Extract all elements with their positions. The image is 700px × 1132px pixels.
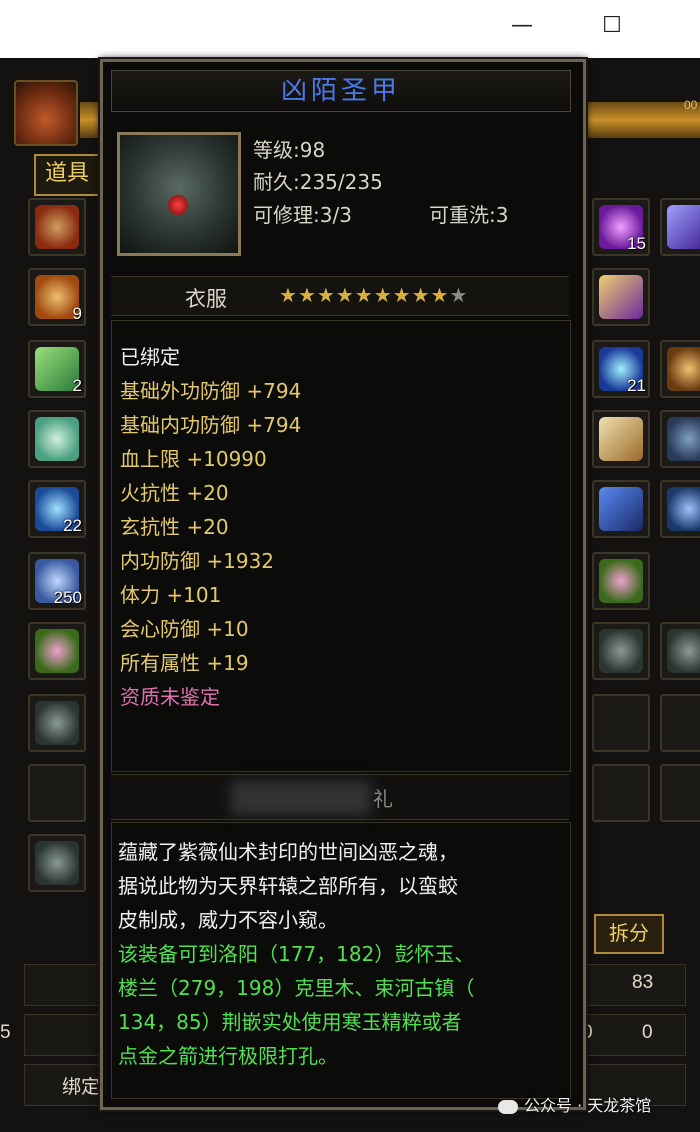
- wechat-icon: [498, 1099, 518, 1114]
- attribute-line: 内功防御 +1932: [120, 549, 275, 573]
- inventory-slot[interactable]: [592, 622, 650, 680]
- item-type: 衣服: [185, 287, 227, 311]
- inventory-slot[interactable]: [592, 764, 650, 822]
- bound-status: 已绑定: [120, 345, 180, 369]
- inventory-slot[interactable]: [28, 622, 86, 680]
- tome-icon: [599, 487, 643, 531]
- gem-icon: [35, 629, 79, 673]
- star-filled-icon: ★: [430, 283, 450, 307]
- inventory-slot[interactable]: [660, 694, 700, 752]
- watermark-text: 公众号 · 天龙茶馆: [524, 1096, 652, 1115]
- inventory-slot[interactable]: [592, 410, 650, 468]
- divider-text: 礼: [373, 787, 393, 811]
- inventory-slot[interactable]: 15: [592, 198, 650, 256]
- item-durability: 耐久:235/235: [253, 170, 383, 194]
- item-repair: 可修理:3/3: [253, 203, 352, 227]
- armor-icon: [117, 132, 241, 256]
- inventory-slot[interactable]: [592, 268, 650, 326]
- inventory-slot[interactable]: [28, 764, 86, 822]
- window-titlebar: — ☐: [0, 0, 700, 58]
- compass-icon: [667, 347, 700, 391]
- description-line: 据说此物为天界轩辕之部所有，以蛮蛟: [118, 874, 458, 898]
- maximize-icon[interactable]: ☐: [600, 14, 624, 38]
- inventory-slot[interactable]: [592, 480, 650, 538]
- minimize-icon[interactable]: —: [510, 14, 534, 38]
- inventory-slot[interactable]: 21: [592, 340, 650, 398]
- hint-line: 134，85）荆嵌实处使用寒玉精粹或者: [118, 1010, 462, 1034]
- attribute-line: 玄抗性 +20: [120, 515, 229, 539]
- crystal-icon: [599, 275, 643, 319]
- item-type-row: 衣服 ★★★★★★★★★★: [111, 276, 569, 316]
- armor-icon: [35, 841, 79, 885]
- attribute-line: 火抗性 +20: [120, 481, 229, 505]
- star-filled-icon: ★: [316, 283, 336, 307]
- item-description: 蕴藏了紫薇仙术封印的世间凶恶之魂， 据说此物为天界轩辕之部所有，以蛮蛟 皮制成，…: [111, 822, 571, 1099]
- inventory-slot[interactable]: 2: [28, 340, 86, 398]
- description-line: 皮制成，威力不容小窥。: [118, 908, 338, 932]
- armor-icon: [667, 629, 700, 673]
- item-reroll: 可重洗:3: [429, 203, 509, 227]
- inventory-slot[interactable]: [660, 410, 700, 468]
- header-corner-text: 00: [684, 98, 698, 112]
- star-filled-icon: ★: [373, 283, 393, 307]
- star-filled-icon: ★: [392, 283, 412, 307]
- split-button[interactable]: 拆分: [594, 914, 664, 954]
- star-filled-icon: ★: [354, 283, 374, 307]
- attribute-line: 资质未鉴定: [120, 685, 220, 709]
- jade-token-icon: [35, 417, 79, 461]
- hint-line: 点金之箭进行极限打孔。: [118, 1044, 338, 1068]
- attribute-line: 血上限 +10990: [120, 447, 267, 471]
- tooltip-divider: 礼: [111, 774, 569, 820]
- star-rating: ★★★★★★★★★★: [279, 283, 468, 307]
- inventory-slot[interactable]: [660, 198, 700, 256]
- attribute-line: 基础内功防御 +794: [120, 413, 302, 437]
- bracelet-icon: [35, 205, 79, 249]
- gem-icon: [599, 559, 643, 603]
- star-filled-icon: ★: [279, 283, 298, 307]
- spirit-icon: [667, 487, 700, 531]
- blurred-region: [231, 781, 371, 815]
- attribute-line: 基础外功防御 +794: [120, 379, 302, 403]
- bind-label: 绑定: [62, 1077, 101, 1098]
- item-tooltip: 凶陌圣甲 等级:98 耐久:235/235 可修理:3/3 可重洗:3 衣服 ★…: [100, 59, 586, 1110]
- inventory-slot[interactable]: [592, 552, 650, 610]
- bag-icon[interactable]: [14, 80, 78, 146]
- armor-icon: [599, 629, 643, 673]
- inventory-slot[interactable]: [660, 622, 700, 680]
- left-edge-number: 5: [0, 1022, 11, 1043]
- paper-icon: [599, 417, 643, 461]
- inventory-slot[interactable]: 9: [28, 268, 86, 326]
- inventory-slot[interactable]: [660, 480, 700, 538]
- gem-icon: [168, 195, 188, 215]
- inventory-slot[interactable]: [660, 764, 700, 822]
- armor-icon: [35, 701, 79, 745]
- inventory-slot[interactable]: [28, 410, 86, 468]
- hint-line: 该装备可到洛阳（177，182）彭怀玉、: [118, 942, 475, 966]
- resource-value: 83: [632, 972, 654, 993]
- star-filled-icon: ★: [411, 283, 431, 307]
- watermark: 公众号 · 天龙茶馆: [498, 1092, 651, 1116]
- star-filled-icon: ★: [297, 283, 317, 307]
- inventory-slot[interactable]: 250: [28, 552, 86, 610]
- item-level: 等级:98: [253, 138, 326, 162]
- star-filled-icon: ★: [335, 283, 355, 307]
- crystal-icon: [667, 205, 700, 249]
- inventory-slot[interactable]: [28, 694, 86, 752]
- inventory-slot[interactable]: [28, 834, 86, 892]
- item-name: 凶陌圣甲: [111, 70, 571, 112]
- pot-icon: [667, 417, 700, 461]
- tab-items[interactable]: 道具: [34, 154, 100, 196]
- attribute-line: 体力 +101: [120, 583, 222, 607]
- resource-value: 0: [642, 1022, 653, 1043]
- attribute-list: 已绑定 基础外功防御 +794 基础内功防御 +794 血上限 +10990 火抗性 …: [111, 320, 571, 772]
- inventory-slot[interactable]: [592, 694, 650, 752]
- inventory-slot[interactable]: [660, 340, 700, 398]
- star-empty-icon: ★: [449, 283, 469, 307]
- attribute-line: 所有属性 +19: [120, 651, 249, 675]
- description-line: 蕴藏了紫薇仙术封印的世间凶恶之魂，: [118, 840, 458, 864]
- inventory-slot[interactable]: [28, 198, 86, 256]
- attribute-line: 会心防御 +10: [120, 617, 249, 641]
- inventory-slot[interactable]: 22: [28, 480, 86, 538]
- hint-line: 楼兰（279，198）克里木、束河古镇（: [118, 976, 475, 1000]
